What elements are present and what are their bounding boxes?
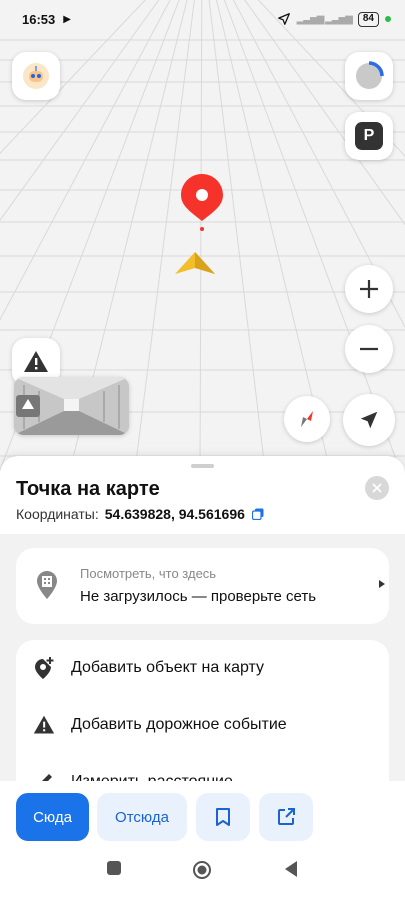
- play-icon: ▶: [63, 13, 71, 25]
- compass-icon: [301, 411, 313, 427]
- navigation-arrow-icon: [360, 411, 378, 429]
- profile-button[interactable]: [345, 52, 393, 100]
- my-location-button[interactable]: [343, 394, 395, 446]
- map-view[interactable]: 16:53 ▶ ▂▃▅▆ ▂▃▅▆ 84 P: [0, 0, 405, 470]
- add-road-event-item[interactable]: Добавить дорожное событие: [16, 697, 389, 753]
- share-button[interactable]: [259, 793, 313, 841]
- status-time: 16:53: [22, 11, 56, 27]
- action-label: Добавить объект на карту: [71, 659, 265, 676]
- close-icon: [372, 483, 382, 493]
- close-button[interactable]: [365, 476, 389, 500]
- status-bar: 16:53 ▶ ▂▃▅▆ ▂▃▅▆ 84: [0, 0, 405, 38]
- robot-icon: [23, 63, 49, 89]
- status-dot-icon: [385, 16, 391, 22]
- building-pin-icon: [37, 571, 57, 599]
- battery-indicator: 84: [357, 11, 379, 27]
- copy-icon[interactable]: [251, 508, 264, 520]
- sheet-title: Точка на карте: [16, 478, 160, 500]
- panorama-preview[interactable]: [14, 377, 129, 435]
- home-icon[interactable]: [192, 860, 212, 880]
- zoom-in-button[interactable]: [345, 265, 393, 313]
- add-place-icon: [34, 657, 53, 679]
- action-label: Добавить дорожное событие: [71, 716, 287, 733]
- avatar-icon: [356, 61, 384, 89]
- user-location-arrow-icon: [175, 252, 215, 274]
- whats-here-subtitle: Посмотреть, что здесь: [80, 566, 217, 581]
- parking-button[interactable]: P: [345, 112, 393, 160]
- whats-here-status: Не загрузилось — проверьте сеть: [80, 588, 317, 605]
- sheet-header: Точка на карте Координаты: 54.639828, 94…: [0, 456, 405, 534]
- panorama-image: [14, 377, 129, 435]
- bookmark-button[interactable]: [196, 793, 250, 841]
- plus-icon: [360, 280, 378, 298]
- bookmark-icon: [216, 808, 230, 826]
- signal-icon: ▂▃▅▆ ▂▃▅▆: [296, 13, 353, 25]
- zoom-out-button[interactable]: [345, 325, 393, 373]
- coordinates-value[interactable]: 54.639828, 94.561696: [105, 506, 245, 522]
- sheet-grabber[interactable]: [191, 464, 214, 468]
- route-to-here-button[interactable]: Сюда: [16, 793, 89, 841]
- assistant-button[interactable]: [12, 52, 60, 100]
- system-nav-bar: [0, 843, 405, 900]
- chevron-right-icon: [379, 580, 385, 588]
- parking-icon: P: [355, 122, 383, 150]
- route-from-here-button[interactable]: Отсюда: [97, 793, 187, 841]
- route-action-bar: Сюда Отсюда: [0, 781, 405, 843]
- whats-here-card[interactable]: Посмотреть, что здесь Не загрузилось — п…: [16, 548, 389, 624]
- add-object-item[interactable]: Добавить объект на карту: [16, 640, 389, 696]
- warning-icon: [33, 715, 54, 734]
- warning-icon: [24, 351, 48, 372]
- coordinates-row: Координаты: 54.639828, 94.561696: [16, 506, 264, 522]
- back-icon[interactable]: [283, 860, 299, 878]
- share-icon: [278, 808, 295, 825]
- location-arrow-icon: [277, 13, 290, 25]
- map-pin-icon: [181, 174, 223, 231]
- coordinates-label: Координаты:: [16, 506, 99, 522]
- compass-button[interactable]: [284, 396, 330, 442]
- recent-apps-icon[interactable]: [106, 860, 122, 876]
- minus-icon: [360, 347, 378, 351]
